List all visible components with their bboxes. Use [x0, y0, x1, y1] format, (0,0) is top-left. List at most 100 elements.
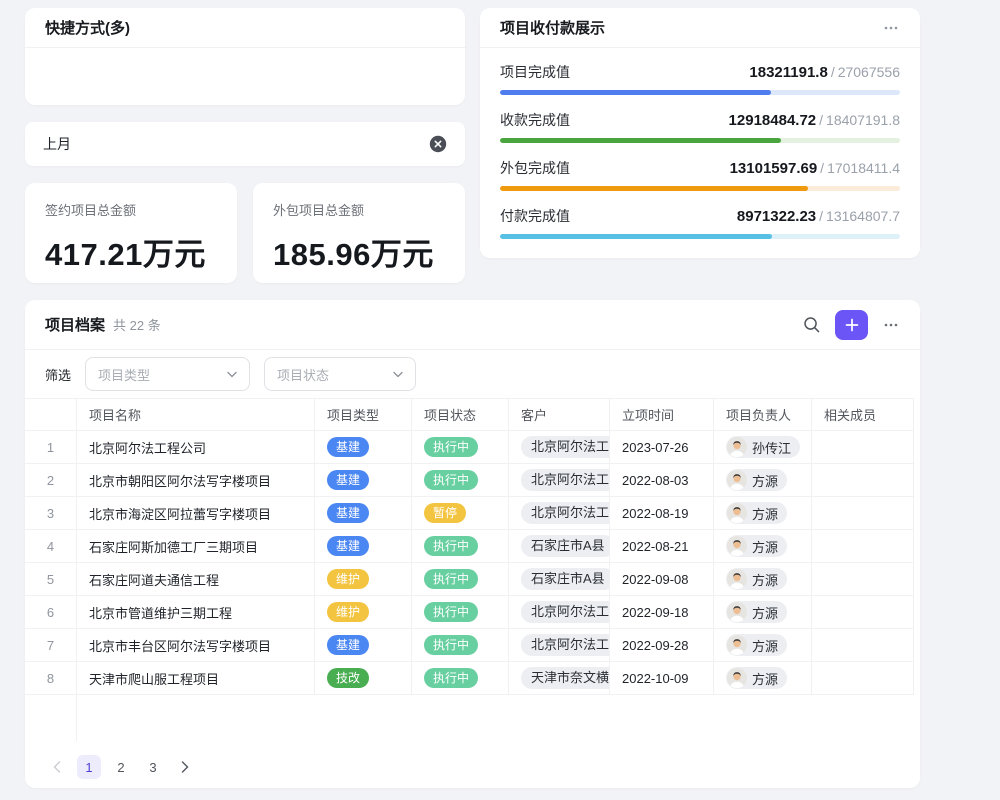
members-cell[interactable]	[812, 464, 914, 496]
date-cell: 2023-07-26	[610, 431, 714, 463]
plus-icon	[843, 316, 861, 334]
column-header[interactable]: 项目名称	[77, 399, 315, 430]
metric-value: 417.21万元	[45, 229, 217, 274]
avatar	[727, 503, 747, 523]
clear-filter-button[interactable]	[429, 135, 447, 153]
members-cell[interactable]	[812, 563, 914, 595]
progress-fill	[500, 186, 808, 191]
table-filler-row	[25, 695, 914, 741]
project-name-cell[interactable]: 北京市朝阳区阿尔法写字楼项目	[77, 464, 315, 496]
payment-card-more-button[interactable]	[882, 19, 900, 37]
page-button-1[interactable]: 1	[77, 755, 101, 779]
type-badge: 基建	[327, 437, 369, 456]
customer-tag: 天津市奈文横	[521, 667, 610, 689]
table-row[interactable]: 8 天津市爬山服工程项目 技改 执行中 天津市奈文横 2022-10-09 方源	[25, 662, 914, 695]
page-button-2[interactable]: 2	[109, 755, 133, 779]
members-cell[interactable]	[812, 431, 914, 463]
search-button[interactable]	[802, 315, 821, 334]
column-header[interactable]: 项目状态	[412, 399, 509, 430]
type-badge: 技改	[327, 668, 369, 687]
project-table: 项目名称 项目类型 项目状态 客户 立项时间 项目负责人 相关成员 1 北京阿尔…	[25, 398, 920, 741]
progress-value: 12918484.72	[729, 112, 817, 129]
members-cell[interactable]	[812, 530, 914, 562]
row-number: 8	[25, 662, 77, 694]
project-name-cell[interactable]: 北京阿尔法工程公司	[77, 431, 315, 463]
owner-tag: 方源	[726, 667, 787, 689]
table-row[interactable]: 4 石家庄阿斯加德工厂三期项目 基建 执行中 石家庄市A县 2022-08-21…	[25, 530, 914, 563]
table-title: 项目档案	[45, 314, 105, 335]
project-status-dropdown[interactable]: 项目状态	[264, 357, 416, 391]
add-record-button[interactable]	[835, 310, 868, 340]
avatar	[727, 668, 747, 688]
project-name-cell[interactable]: 北京市海淀区阿拉蕾写字楼项目	[77, 497, 315, 529]
table-row[interactable]: 3 北京市海淀区阿拉蕾写字楼项目 基建 暂停 北京阿尔法工 2022-08-19…	[25, 497, 914, 530]
table-row[interactable]: 1 北京阿尔法工程公司 基建 执行中 北京阿尔法工 2023-07-26 孙传江	[25, 431, 914, 464]
status-badge: 执行中	[424, 602, 478, 621]
progress-item: 收款完成值 12918484.72/18407191.8	[500, 110, 900, 143]
avatar	[727, 602, 747, 622]
project-name-cell[interactable]: 石家庄阿道夫通信工程	[77, 563, 315, 595]
page-button-3[interactable]: 3	[141, 755, 165, 779]
column-header[interactable]: 项目负责人	[714, 399, 812, 430]
status-badge: 暂停	[424, 503, 466, 522]
column-header[interactable]: 项目类型	[315, 399, 412, 430]
project-name-cell[interactable]: 天津市爬山服工程项目	[77, 662, 315, 694]
progress-track	[500, 90, 900, 95]
members-cell[interactable]	[812, 662, 914, 694]
members-cell[interactable]	[812, 629, 914, 661]
row-number: 6	[25, 596, 77, 628]
column-header[interactable]: 客户	[509, 399, 610, 430]
table-row[interactable]: 6 北京市管道维护三期工程 维护 执行中 北京阿尔法工 2022-09-18 方…	[25, 596, 914, 629]
date-cell: 2022-09-08	[610, 563, 714, 595]
row-number: 3	[25, 497, 77, 529]
progress-track	[500, 138, 900, 143]
project-name-cell[interactable]: 石家庄阿斯加德工厂三期项目	[77, 530, 315, 562]
table-row[interactable]: 2 北京市朝阳区阿尔法写字楼项目 基建 执行中 北京阿尔法工 2022-08-0…	[25, 464, 914, 497]
customer-tag: 北京阿尔法工	[521, 634, 610, 656]
customer-tag: 石家庄市A县	[521, 568, 610, 590]
type-badge: 基建	[327, 635, 369, 654]
row-number: 5	[25, 563, 77, 595]
type-badge: 维护	[327, 569, 369, 588]
members-cell[interactable]	[812, 596, 914, 628]
metric-card-outsource-total: 外包项目总金额 185.96万元	[253, 183, 465, 283]
avatar	[727, 470, 747, 490]
table-more-button[interactable]	[882, 316, 900, 334]
progress-label: 外包完成值	[500, 158, 570, 178]
project-table-card: 项目档案 共 22 条 筛选 项目类型	[25, 300, 920, 788]
table-header-row: 项目名称 项目类型 项目状态 客户 立项时间 项目负责人 相关成员	[25, 398, 914, 431]
chevron-down-icon	[393, 371, 403, 378]
column-header[interactable]: 立项时间	[610, 399, 714, 430]
row-number: 4	[25, 530, 77, 562]
customer-tag: 北京阿尔法工	[521, 601, 610, 623]
payment-card: 项目收付款展示 项目完成值 18321191.8/27067556 收款完成值 …	[480, 8, 920, 258]
status-badge: 执行中	[424, 569, 478, 588]
project-name-cell[interactable]: 北京市丰台区阿尔法写字楼项目	[77, 629, 315, 661]
pagination: 1 2 3	[25, 741, 920, 779]
metric-label: 签约项目总金额	[45, 200, 217, 219]
progress-value: 18321191.8	[749, 64, 827, 81]
project-type-dropdown[interactable]: 项目类型	[85, 357, 250, 391]
prev-page-button[interactable]	[45, 755, 69, 779]
owner-tag: 方源	[726, 535, 787, 557]
table-count: 共 22 条	[113, 315, 161, 334]
progress-label: 项目完成值	[500, 62, 570, 82]
date-cell: 2022-10-09	[610, 662, 714, 694]
metric-value: 185.96万元	[273, 229, 445, 274]
table-row[interactable]: 5 石家庄阿道夫通信工程 维护 执行中 石家庄市A县 2022-09-08 方源	[25, 563, 914, 596]
owner-tag: 方源	[726, 634, 787, 656]
customer-tag: 北京阿尔法工	[521, 502, 610, 524]
customer-tag: 石家庄市A县	[521, 535, 610, 557]
type-badge: 基建	[327, 536, 369, 555]
quick-filter-bar[interactable]: 上月	[25, 122, 465, 166]
project-name-cell[interactable]: 北京市管道维护三期工程	[77, 596, 315, 628]
owner-tag: 方源	[726, 469, 787, 491]
table-row[interactable]: 7 北京市丰台区阿尔法写字楼项目 基建 执行中 北京阿尔法工 2022-09-2…	[25, 629, 914, 662]
members-cell[interactable]	[812, 497, 914, 529]
chevron-left-icon	[53, 761, 61, 773]
column-header[interactable]: 相关成员	[812, 399, 914, 430]
progress-item: 外包完成值 13101597.69/17018411.4	[500, 158, 900, 191]
search-icon	[802, 315, 821, 334]
progress-value: 13101597.69	[730, 160, 818, 177]
next-page-button[interactable]	[173, 755, 197, 779]
